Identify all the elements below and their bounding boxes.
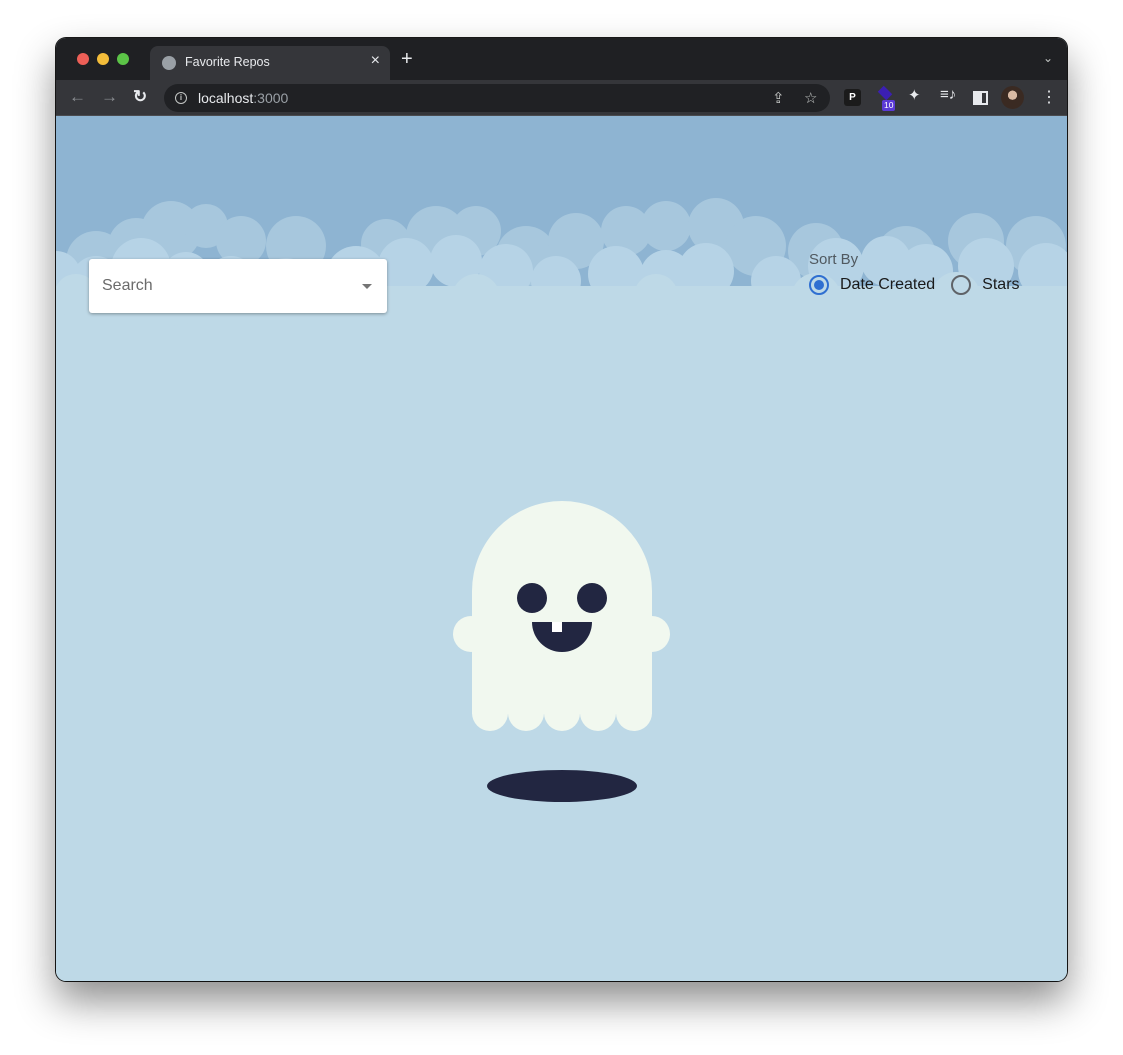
back-button[interactable]: ← (69, 88, 86, 106)
media-control-icon[interactable]: ≡♪ (940, 86, 956, 103)
share-icon[interactable]: ⇪ (772, 89, 785, 107)
ghost-tooth (552, 622, 562, 632)
kebab-menu-icon[interactable]: ⋮ (1041, 87, 1057, 107)
ghost-body (453, 501, 670, 731)
reload-button[interactable]: ↻ (133, 88, 147, 106)
chevron-down-icon[interactable]: ⌄ (1043, 51, 1053, 65)
tab-title: Favorite Repos (185, 55, 270, 69)
sort-by-group: Sort By Date Created Stars (809, 251, 1020, 295)
browser-toolbar: ← → ↻ i localhost:3000 ⇪ ☆ P 10 ✦ ≡♪ ⋮ (56, 80, 1067, 116)
ghost-left-eye (517, 583, 547, 613)
page-viewport: Sort By Date Created Stars (56, 116, 1067, 981)
sort-option-stars[interactable]: Stars (951, 275, 1020, 295)
ghost-shadow (487, 770, 637, 802)
radio-date-created[interactable] (809, 275, 829, 295)
search-input[interactable] (102, 259, 342, 313)
url-port: :3000 (253, 90, 289, 106)
profile-avatar[interactable] (1001, 86, 1024, 109)
zoom-window-button[interactable] (117, 53, 129, 65)
ghost-illustration (453, 501, 670, 802)
globe-icon (162, 56, 176, 70)
ghost-right-eye (577, 583, 607, 613)
search-combobox[interactable] (89, 259, 387, 313)
close-tab-icon[interactable]: × (371, 52, 380, 70)
minimize-window-button[interactable] (97, 53, 109, 65)
extensions-puzzle-icon[interactable]: ✦ (908, 86, 921, 104)
radio-label-date-created: Date Created (840, 276, 936, 293)
sort-by-label: Sort By (809, 251, 859, 268)
close-window-button[interactable] (77, 53, 89, 65)
extension-badge: 10 (882, 100, 896, 111)
dropdown-arrow-icon[interactable] (362, 284, 372, 289)
forward-button[interactable]: → (101, 88, 118, 106)
sort-option-date-created[interactable]: Date Created (809, 275, 935, 295)
radio-label-stars: Stars (982, 276, 1020, 293)
browser-window: Favorite Repos × + ⌄ ← → ↻ i localhost:3… (56, 38, 1067, 981)
bookmark-star-icon[interactable]: ☆ (804, 89, 817, 107)
extension-p-icon[interactable]: P (844, 89, 861, 106)
sort-options: Date Created Stars (809, 275, 1020, 295)
info-icon[interactable]: i (175, 92, 187, 104)
url-host: localhost (198, 90, 254, 106)
url-text[interactable]: localhost:3000 (198, 90, 288, 106)
tab-favorite-repos[interactable]: Favorite Repos × (150, 46, 390, 80)
new-tab-button[interactable]: + (401, 49, 413, 69)
address-bar[interactable]: i localhost:3000 ⇪ ☆ (164, 84, 830, 112)
radio-stars[interactable] (951, 275, 972, 295)
tab-bar: Favorite Repos × + ⌄ (56, 38, 1067, 80)
side-panel-icon[interactable] (973, 91, 988, 105)
